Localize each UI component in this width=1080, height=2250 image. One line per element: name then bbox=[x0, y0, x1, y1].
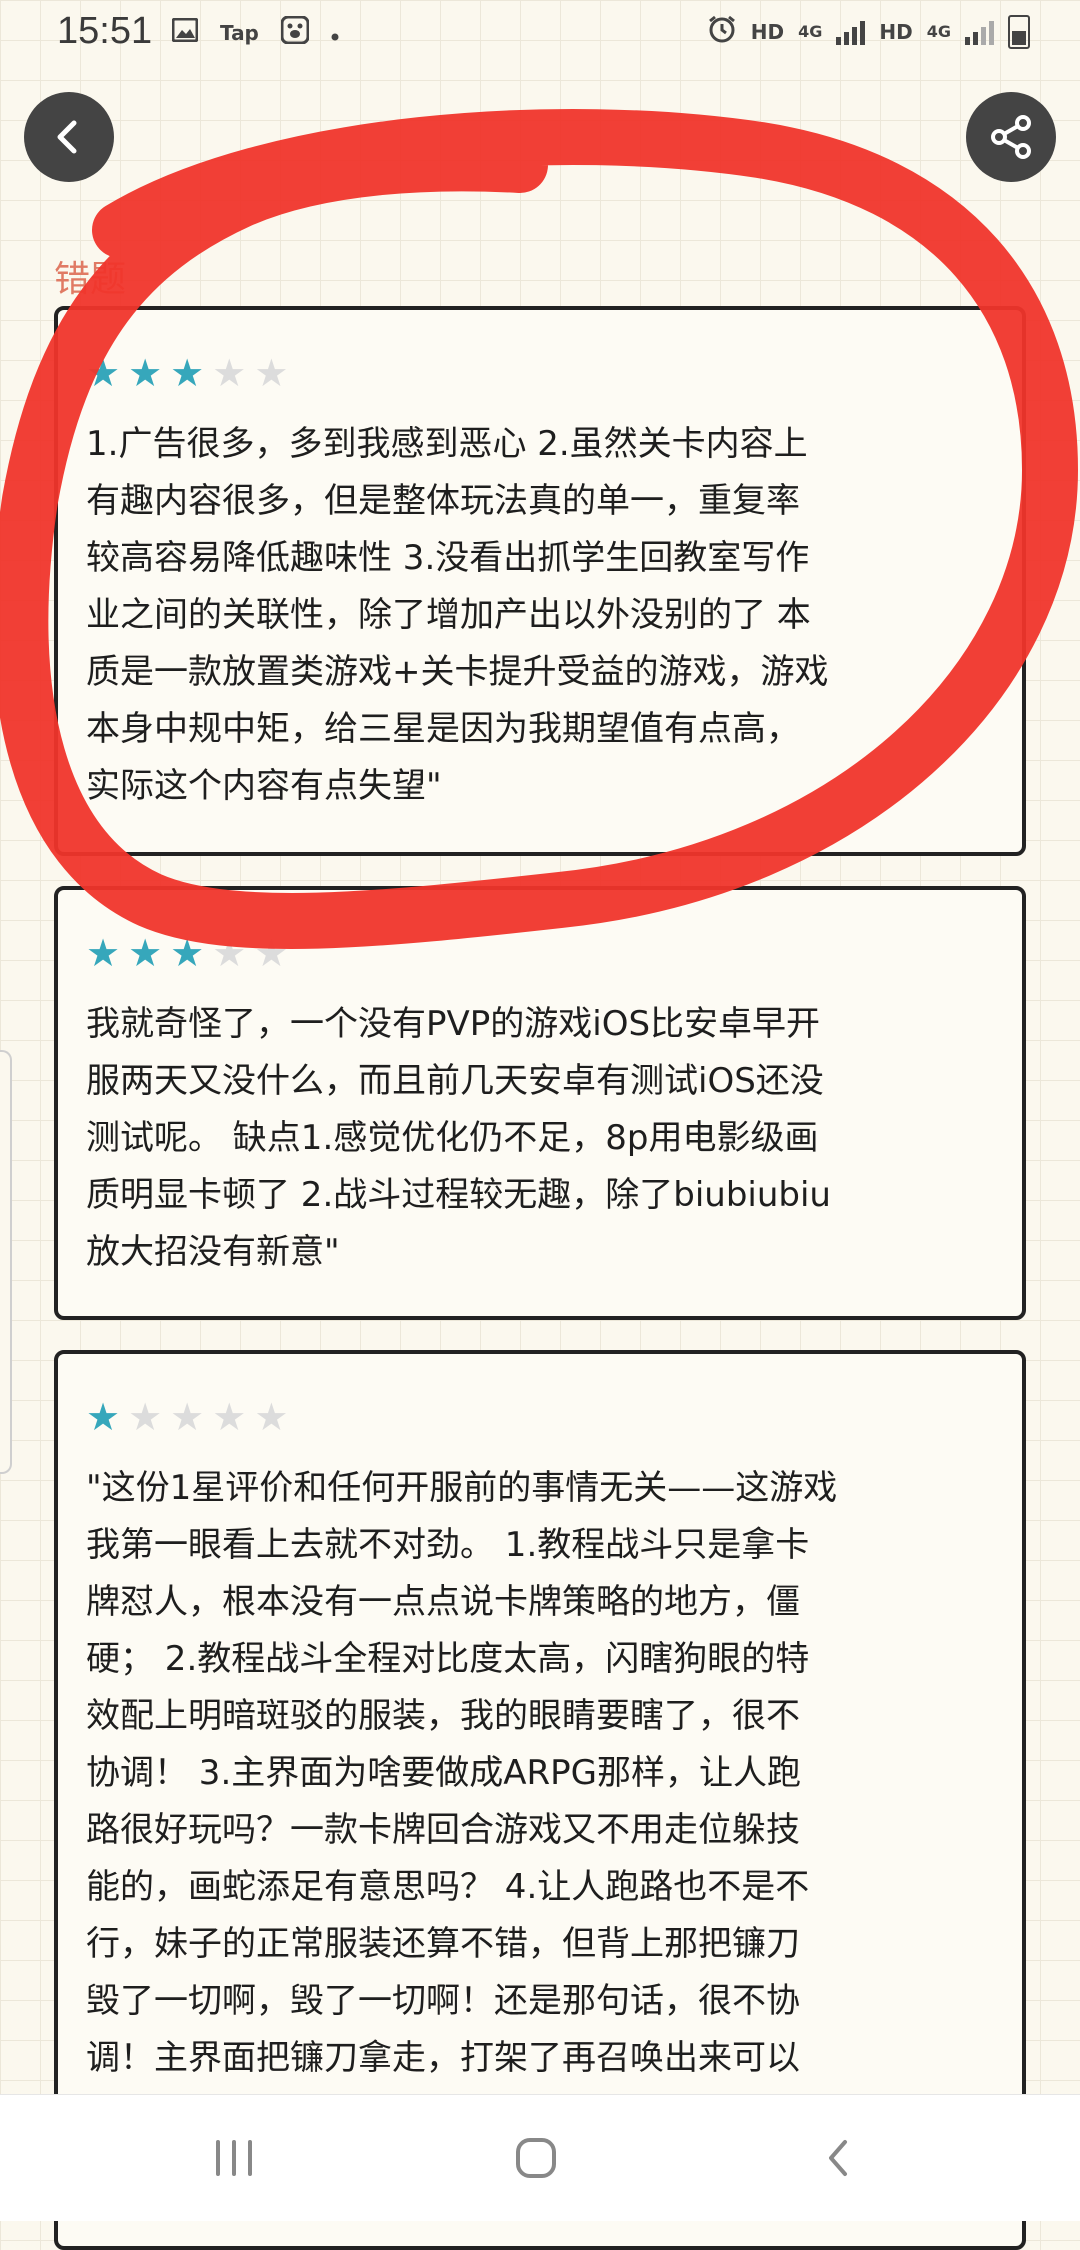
signal-icon bbox=[965, 19, 994, 45]
review-text: 1.广告很多，多到我感到恶心 2.虽然关卡内容上 有趣内容很多，但是整体玩法真的… bbox=[86, 424, 829, 806]
image-icon bbox=[171, 17, 199, 48]
star-rating: ★ ★ ★ ★ ★ bbox=[86, 354, 288, 392]
share-button[interactable] bbox=[966, 92, 1056, 182]
star-rating: ★ ★ ★ ★ ★ bbox=[86, 934, 288, 972]
back-button[interactable] bbox=[24, 92, 114, 182]
dot-icon bbox=[331, 19, 339, 47]
star-empty-icon: ★ bbox=[212, 351, 247, 395]
star-empty-icon: ★ bbox=[254, 351, 289, 395]
star-filled-icon: ★ bbox=[86, 1395, 121, 1439]
star-filled-icon: ★ bbox=[86, 351, 121, 395]
star-filled-icon: ★ bbox=[170, 931, 205, 975]
side-panel-handle[interactable] bbox=[0, 1050, 12, 1474]
status-time: 15:51 bbox=[57, 10, 153, 52]
star-filled-icon: ★ bbox=[128, 351, 163, 395]
recent-apps-icon bbox=[216, 2140, 252, 2176]
review-card: ★ ★ ★ ★ ★ 我就奇怪了，一个没有PVP的游戏iOS比安卓早开 服两天又没… bbox=[54, 886, 1026, 1320]
network-label-1: 4G bbox=[798, 22, 823, 41]
star-filled-icon: ★ bbox=[128, 931, 163, 975]
signal-icon bbox=[836, 19, 866, 45]
baidu-paw-icon bbox=[280, 15, 310, 50]
star-empty-icon: ★ bbox=[212, 1395, 247, 1439]
star-empty-icon: ★ bbox=[254, 931, 289, 975]
star-filled-icon: ★ bbox=[170, 351, 205, 395]
section-label: 错题 bbox=[54, 259, 127, 300]
hd-label-2: HD bbox=[879, 19, 913, 44]
recent-apps-button[interactable] bbox=[164, 2095, 304, 2221]
status-left-icons: Tap bbox=[171, 15, 339, 50]
tap-app-icon: Tap bbox=[220, 21, 259, 45]
star-rating: ★ ★ ★ ★ ★ bbox=[86, 1398, 288, 1436]
star-empty-icon: ★ bbox=[212, 931, 247, 975]
battery-icon bbox=[1008, 14, 1030, 49]
review-text: 我就奇怪了，一个没有PVP的游戏iOS比安卓早开 服两天又没什么，而且前几天安卓… bbox=[86, 1004, 831, 1272]
share-icon bbox=[991, 115, 1031, 159]
hd-label-1: HD bbox=[750, 19, 785, 44]
review-card: ★ ★ ★ ★ ★ 1.广告很多，多到我感到恶心 2.虽然关卡内容上 有趣内容很… bbox=[54, 306, 1026, 856]
back-icon bbox=[829, 2140, 847, 2176]
navigation-bar bbox=[0, 2094, 1080, 2221]
home-icon bbox=[516, 2138, 556, 2178]
network-label-2: 4G bbox=[926, 22, 951, 41]
home-button[interactable] bbox=[466, 2095, 606, 2221]
status-bar: 15:51 Tap HD 4G HD 4G bbox=[0, 0, 1080, 66]
star-filled-icon: ★ bbox=[86, 931, 121, 975]
chevron-left-icon bbox=[57, 120, 77, 154]
nav-back-button[interactable] bbox=[768, 2095, 908, 2221]
status-right-icons: HD 4G HD 4G bbox=[707, 14, 1030, 49]
star-empty-icon: ★ bbox=[170, 1395, 205, 1439]
alarm-icon bbox=[707, 14, 737, 49]
review-text: "这份1星评价和任何开服前的事情无关——这游戏 我第一眼看上去就不对劲。 1.教… bbox=[86, 1468, 838, 2078]
star-empty-icon: ★ bbox=[254, 1395, 289, 1439]
star-empty-icon: ★ bbox=[128, 1395, 163, 1439]
